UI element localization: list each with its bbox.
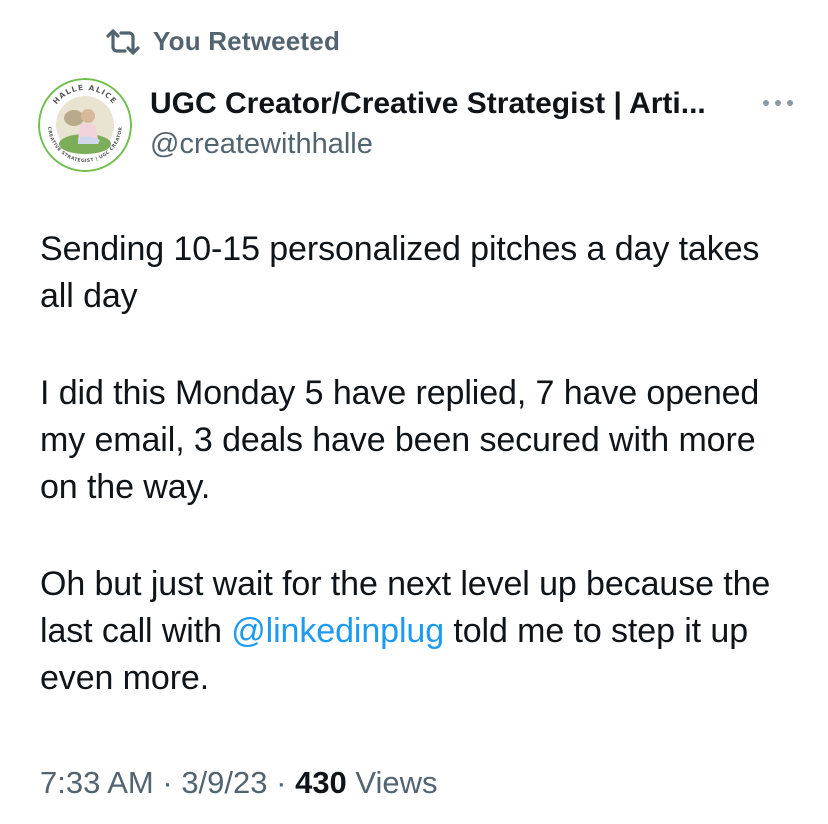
tweet-paragraph: I did this Monday 5 have replied, 7 have… xyxy=(40,374,760,506)
mention-link[interactable]: @linkedinplug xyxy=(231,612,444,650)
retweet-label: You Retweeted xyxy=(153,26,341,56)
tweet-paragraph: Sending 10-15 personalized pitches a day… xyxy=(40,230,760,315)
author-display-name[interactable]: UGC Creator/Creative Strategist | Arti..… xyxy=(150,86,750,122)
tweet-header: HALLE ALICE CREATIVE STRATEGIST | UGC CR… xyxy=(38,78,793,178)
views-label[interactable]: Views xyxy=(347,765,437,800)
views-count[interactable]: 430 xyxy=(295,765,347,800)
avatar[interactable]: HALLE ALICE CREATIVE STRATEGIST | UGC CR… xyxy=(38,78,132,172)
tweet-text: Sending 10-15 personalized pitches a day… xyxy=(40,226,800,702)
tweet-meta: 7:33 AM · 3/9/23 · 430 Views xyxy=(40,765,438,801)
author-handle[interactable]: @createwithhalle xyxy=(150,126,750,162)
meta-separator: · xyxy=(153,765,182,800)
tweet-paragraph: Oh but just wait for the next level up b… xyxy=(40,561,800,702)
tweet-date[interactable]: 3/9/23 xyxy=(181,765,267,800)
more-horizontal-icon xyxy=(761,95,795,113)
more-options-button[interactable] xyxy=(758,92,798,116)
retweet-icon xyxy=(105,27,141,57)
author-info: UGC Creator/Creative Strategist | Arti..… xyxy=(150,86,750,162)
retweet-indicator: You Retweeted xyxy=(105,26,340,57)
tweet-time[interactable]: 7:33 AM xyxy=(40,765,154,800)
meta-separator: · xyxy=(267,765,296,800)
